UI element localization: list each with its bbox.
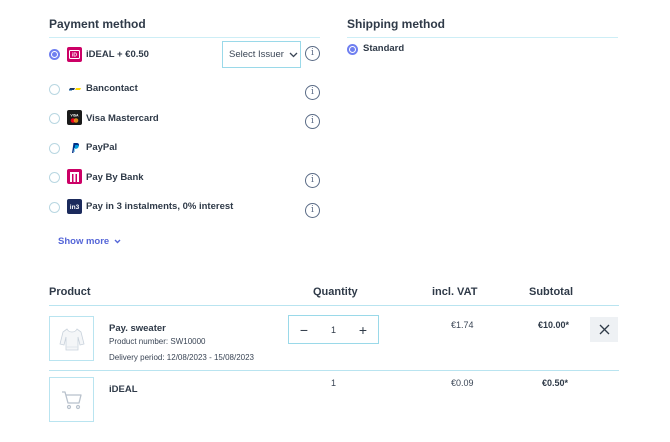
payment-method-divider	[49, 37, 320, 38]
ideal-logo-icon: iD	[67, 47, 82, 62]
payment-radio-bancontact[interactable]	[49, 84, 60, 95]
quantity-value[interactable]: 1	[331, 325, 336, 335]
decrease-quantity-button[interactable]: −	[297, 323, 311, 337]
product-thumbnail-sweater[interactable]	[49, 316, 94, 361]
svg-text:in3: in3	[70, 204, 80, 211]
column-header-product: Product	[49, 286, 91, 298]
cart-icon	[61, 390, 82, 409]
remove-item-button[interactable]	[590, 317, 618, 342]
issuer-select-value: Select Issuer	[229, 49, 284, 60]
payment-radio-pay-by-bank[interactable]	[49, 172, 60, 183]
product-thumbnail-ideal	[49, 377, 94, 422]
info-icon-ideal[interactable]: i	[305, 46, 320, 61]
chevron-down-icon	[114, 239, 121, 244]
table-header-divider	[49, 305, 619, 306]
info-icon-visa-mastercard[interactable]: i	[305, 114, 320, 129]
table-row-divider	[49, 370, 619, 371]
increase-quantity-button[interactable]: +	[356, 323, 370, 337]
shipping-method-title: Shipping method	[347, 17, 445, 31]
payment-label-visa-mastercard: Visa Mastercard	[86, 113, 159, 124]
price-incl-vat: €0.09	[451, 378, 474, 388]
shipping-radio-standard[interactable]	[347, 44, 358, 55]
product-name: iDEAL	[109, 384, 138, 395]
in3-logo-icon: in3	[67, 199, 82, 214]
quantity-value: 1	[331, 378, 337, 388]
payment-radio-visa-mastercard[interactable]	[49, 113, 60, 124]
subtotal-value: €10.00*	[538, 320, 570, 330]
price-incl-vat: €1.74	[451, 320, 474, 330]
info-icon-bancontact[interactable]: i	[305, 85, 320, 100]
payment-label-paypal: PayPal	[86, 142, 118, 153]
payment-radio-paypal[interactable]	[49, 143, 60, 154]
subtotal-value: €0.50*	[542, 378, 569, 388]
show-more-label: Show more	[58, 236, 110, 247]
product-number: Product number: SW10000	[109, 337, 206, 346]
svg-text:iD: iD	[72, 53, 77, 59]
product-name[interactable]: Pay. sweater	[109, 323, 166, 334]
chevron-down-icon	[289, 52, 298, 57]
sweater-icon	[59, 327, 84, 350]
info-icon-pay-by-bank[interactable]: i	[305, 173, 320, 188]
svg-text:VISA: VISA	[70, 113, 79, 117]
shipping-label-standard: Standard	[363, 43, 405, 54]
visa-mastercard-logo-icon: VISA	[67, 110, 82, 125]
payment-label-in3: Pay in 3 instalments, 0% interest	[86, 201, 234, 212]
delivery-period: Delivery period: 12/08/2023 - 15/08/2023	[109, 353, 254, 362]
pay-by-bank-logo-icon	[67, 169, 82, 184]
payment-label-pay-by-bank: Pay By Bank	[86, 172, 144, 183]
payment-label-bancontact: Bancontact	[86, 83, 138, 94]
info-icon-in3[interactable]: i	[305, 203, 320, 218]
show-more-link[interactable]: Show more	[58, 236, 121, 247]
payment-radio-ideal[interactable]	[49, 49, 60, 60]
bancontact-logo-icon	[67, 81, 82, 96]
column-header-subtotal: Subtotal	[529, 286, 573, 298]
payment-method-title: Payment method	[49, 17, 146, 31]
close-icon	[599, 324, 609, 335]
issuer-select[interactable]: Select Issuer	[222, 41, 301, 68]
payment-label-ideal: iDEAL + €0.50	[86, 49, 149, 60]
payment-radio-in3[interactable]	[49, 202, 60, 213]
paypal-logo-icon	[67, 140, 82, 155]
column-header-incl-vat: incl. VAT	[432, 286, 478, 298]
quantity-stepper[interactable]: − 1 +	[288, 315, 379, 344]
shipping-method-divider	[347, 37, 618, 38]
column-header-quantity: Quantity	[313, 286, 358, 298]
